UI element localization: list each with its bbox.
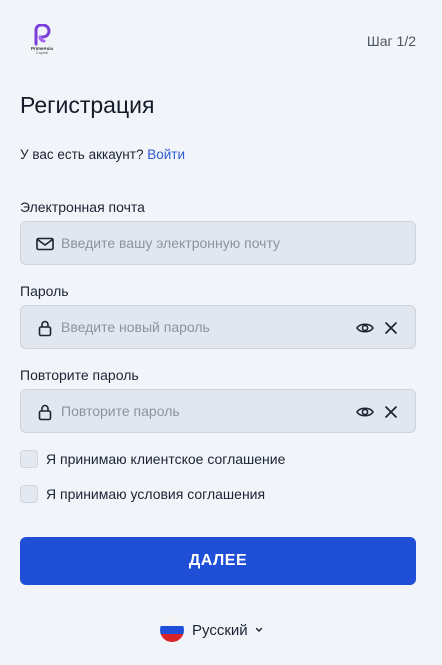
client-agreement-label[interactable]: Я принимаю клиентское соглашение bbox=[46, 451, 285, 467]
eye-icon[interactable] bbox=[355, 318, 375, 338]
russia-flag-icon bbox=[160, 618, 184, 642]
account-question: У вас есть аккаунт? bbox=[20, 147, 144, 162]
lock-icon bbox=[38, 320, 52, 337]
language-label: Русский bbox=[192, 621, 248, 639]
language-selector[interactable]: Русский bbox=[160, 618, 264, 642]
login-link[interactable]: Войти bbox=[147, 147, 185, 162]
password-input[interactable] bbox=[61, 306, 341, 348]
email-field[interactable] bbox=[20, 221, 416, 265]
logo-sub: Capital bbox=[35, 50, 49, 55]
terms-agreement-checkbox[interactable] bbox=[20, 485, 38, 503]
repeat-password-input[interactable] bbox=[61, 390, 341, 432]
email-input[interactable] bbox=[61, 222, 341, 264]
password-label: Пароль bbox=[20, 283, 69, 299]
close-icon[interactable] bbox=[381, 402, 401, 422]
repeat-password-label: Повторите пароль bbox=[20, 367, 139, 383]
client-agreement-checkbox[interactable] bbox=[20, 450, 38, 468]
password-field[interactable] bbox=[20, 305, 416, 349]
terms-agreement-row[interactable]: Я принимаю условия соглашения bbox=[20, 484, 265, 504]
next-button[interactable]: ДАЛЕЕ bbox=[20, 537, 416, 585]
repeat-password-field[interactable] bbox=[20, 389, 416, 433]
email-label: Электронная почта bbox=[20, 199, 145, 215]
terms-agreement-label[interactable]: Я принимаю условия соглашения bbox=[46, 486, 265, 502]
account-prompt: У вас есть аккаунт? Войти bbox=[20, 147, 185, 162]
logo[interactable]: PrimeAsia Capital bbox=[25, 23, 59, 58]
step-indicator: Шаг 1/2 bbox=[366, 33, 416, 49]
client-agreement-row[interactable]: Я принимаю клиентское соглашение bbox=[20, 449, 285, 469]
close-icon[interactable] bbox=[381, 318, 401, 338]
page-title: Регистрация bbox=[20, 92, 155, 118]
mail-icon bbox=[36, 237, 54, 251]
chevron-down-icon bbox=[255, 627, 262, 632]
eye-icon[interactable] bbox=[355, 402, 375, 422]
logo-mark-icon bbox=[34, 23, 51, 46]
header: PrimeAsia Capital Шаг 1/2 bbox=[20, 23, 416, 58]
lock-icon bbox=[38, 404, 52, 421]
